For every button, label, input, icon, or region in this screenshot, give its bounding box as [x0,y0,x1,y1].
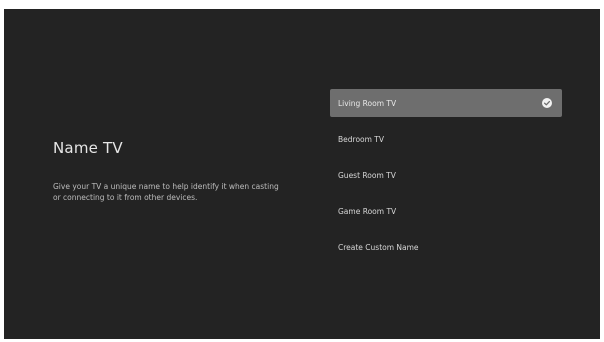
option-guest-room-tv[interactable]: Guest Room TV [330,161,562,189]
option-label: Bedroom TV [338,134,385,144]
tv-settings-screen: Name TV Give your TV a unique name to he… [4,9,600,339]
option-create-custom-name[interactable]: Create Custom Name [330,233,562,261]
option-bedroom-tv[interactable]: Bedroom TV [330,125,562,153]
option-label: Living Room TV [338,98,397,108]
check-circle-icon [542,98,552,108]
option-game-room-tv[interactable]: Game Room TV [330,197,562,225]
option-label: Guest Room TV [338,170,396,180]
tv-name-options-list: Living Room TV Bedroom TV Guest Room TV … [330,89,562,269]
page-title: Name TV [53,139,123,157]
page-description: Give your TV a unique name to help ident… [53,182,279,202]
option-living-room-tv[interactable]: Living Room TV [330,89,562,117]
option-label: Create Custom Name [338,242,419,252]
option-label: Game Room TV [338,206,397,216]
